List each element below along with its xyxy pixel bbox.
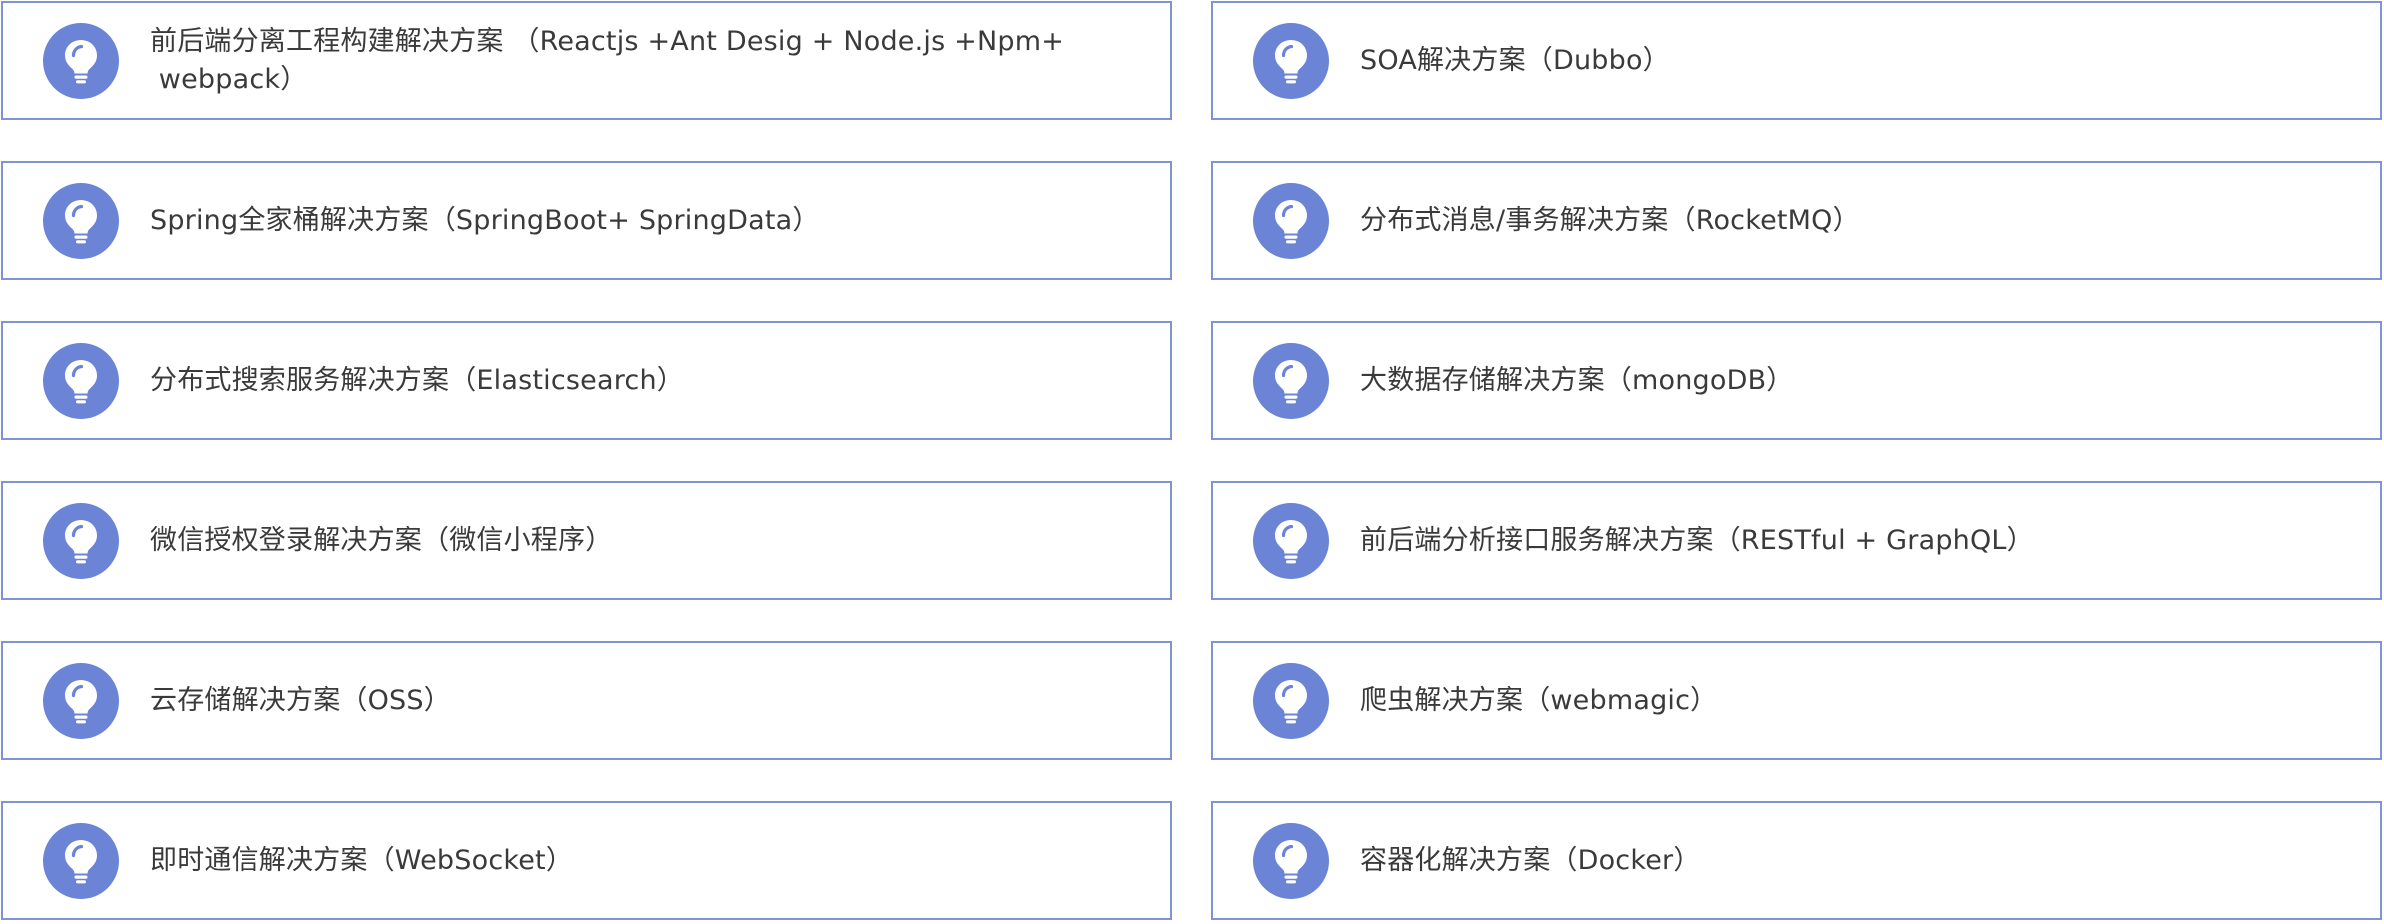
solution-card-distributed-search[interactable]: 分布式搜索服务解决方案（Elasticsearch） [1,321,1172,440]
solution-card-label: 大数据存储解决方案（mongoDB） [1360,364,1794,396]
lightbulb-icon [43,22,119,99]
lightbulb-icon [1253,22,1329,99]
solutions-grid: 前后端分离工程构建解决方案 （Reactjs +Ant Desig + Node… [0,0,2384,924]
solution-card-label: 爬虫解决方案（webmagic） [1360,684,1718,716]
solution-card-label: 前后端分析接口服务解决方案（RESTful + GraphQL） [1360,524,2034,556]
solution-card-wechat-login[interactable]: 微信授权登录解决方案（微信小程序） [1,481,1172,600]
solution-card-crawler[interactable]: 爬虫解决方案（webmagic） [1211,641,2382,760]
solution-card-distributed-messaging[interactable]: 分布式消息/事务解决方案（RocketMQ） [1211,161,2382,280]
lightbulb-icon [1253,342,1329,419]
solution-card-containerization[interactable]: 容器化解决方案（Docker） [1211,801,2382,920]
solution-card-api-services[interactable]: 前后端分析接口服务解决方案（RESTful + GraphQL） [1211,481,2382,600]
solution-card-label: 容器化解决方案（Docker） [1360,844,1701,876]
solution-card-label: 分布式消息/事务解决方案（RocketMQ） [1360,204,1860,236]
solution-card-label: Spring全家桶解决方案（SpringBoot+ SpringData） [150,204,820,236]
lightbulb-icon [43,502,119,579]
solution-card-frontend-backend-separation[interactable]: 前后端分离工程构建解决方案 （Reactjs +Ant Desig + Node… [1,1,1172,120]
solution-card-spring[interactable]: Spring全家桶解决方案（SpringBoot+ SpringData） [1,161,1172,280]
solution-card-cloud-storage[interactable]: 云存储解决方案（OSS） [1,641,1172,760]
solution-card-label: 前后端分离工程构建解决方案 （Reactjs +Ant Desig + Node… [150,25,1065,95]
solution-card-label: 分布式搜索服务解决方案（Elasticsearch） [150,364,684,396]
solution-card-big-data-storage[interactable]: 大数据存储解决方案（mongoDB） [1211,321,2382,440]
lightbulb-icon [1253,822,1329,899]
lightbulb-icon [1253,662,1329,739]
solution-card-label: SOA解决方案（Dubbo） [1360,44,1670,76]
solution-card-label: 即时通信解决方案（WebSocket） [150,844,574,876]
solution-card-label: 微信授权登录解决方案（微信小程序） [150,524,613,556]
lightbulb-icon [1253,502,1329,579]
lightbulb-icon [43,342,119,419]
solution-card-instant-messaging[interactable]: 即时通信解决方案（WebSocket） [1,801,1172,920]
lightbulb-icon [1253,182,1329,259]
lightbulb-icon [43,662,119,739]
lightbulb-icon [43,822,119,899]
solution-card-label: 云存储解决方案（OSS） [150,684,451,716]
solution-card-soa[interactable]: SOA解决方案（Dubbo） [1211,1,2382,120]
lightbulb-icon [43,182,119,259]
